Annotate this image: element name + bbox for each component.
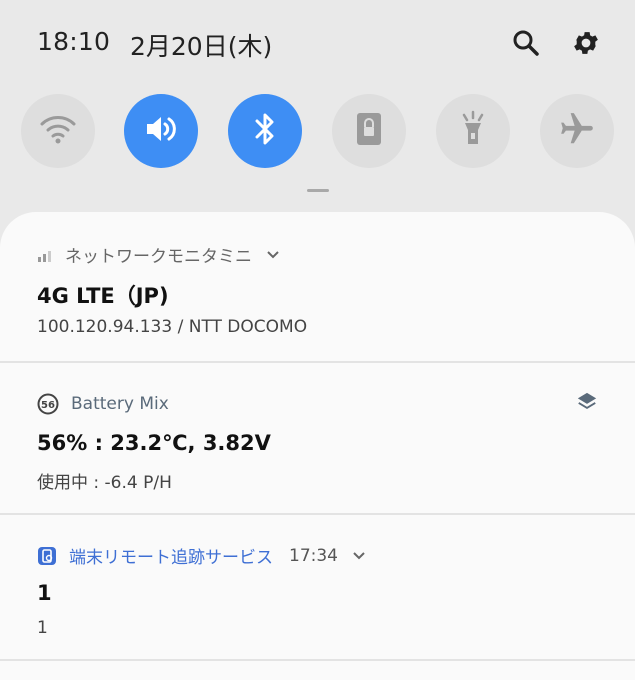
status-bar: 18:10 2月20日(木): [0, 0, 635, 90]
notification-time: 17:34: [289, 545, 338, 566]
notification-title: 1: [37, 581, 52, 605]
app-name: ネットワークモニタミニ: [65, 247, 252, 267]
flashlight-toggle[interactable]: [436, 94, 510, 168]
chevron-down-icon[interactable]: [266, 250, 280, 260]
notification-body: 1: [37, 618, 48, 638]
app-name: Battery Mix: [71, 394, 169, 414]
notification-body: 100.120.94.133 / NTT DOCOMO: [37, 317, 308, 337]
search-icon[interactable]: [509, 26, 543, 60]
divider: [0, 659, 635, 661]
date-label: 2月20日(木): [130, 32, 273, 61]
panel-drag-handle[interactable]: [307, 189, 329, 192]
gear-icon[interactable]: [569, 26, 603, 60]
bluetooth-toggle[interactable]: [228, 94, 302, 168]
lock-toggle[interactable]: [332, 94, 406, 168]
battery-badge-icon: 56: [37, 393, 59, 415]
notification-app-row: ネットワークモニタミニ: [37, 242, 280, 267]
notification-title: 4G LTE（JP): [37, 284, 169, 308]
wifi-toggle[interactable]: [21, 94, 95, 168]
airplane-toggle[interactable]: [540, 94, 614, 168]
airplane-icon: [558, 110, 596, 152]
layers-icon[interactable]: [576, 391, 598, 417]
clock-time: 18:10: [37, 27, 111, 56]
wifi-icon: [38, 112, 78, 150]
device-tracking-icon: [37, 546, 57, 566]
sound-toggle[interactable]: [124, 94, 198, 168]
notification-battery-mix[interactable]: 56 Battery Mix 56% : 23.2℃, 3.82V 使用中 : …: [0, 363, 635, 513]
notification-app-row: 56 Battery Mix: [37, 393, 169, 415]
flashlight-icon: [458, 110, 488, 152]
chevron-down-icon[interactable]: [352, 551, 366, 561]
notification-remote-tracking[interactable]: 端末リモート追跡サービス 17:34 1 1: [0, 515, 635, 665]
notification-body: 使用中 : -6.4 P/H: [37, 473, 172, 493]
bluetooth-icon: [250, 110, 280, 152]
notification-title: 56% : 23.2℃, 3.82V: [37, 431, 271, 455]
notification-network-monitor[interactable]: ネットワークモニタミニ 4G LTE（JP) 100.120.94.133 / …: [0, 212, 635, 362]
lock-icon: [354, 110, 384, 152]
battery-badge-text: 56: [41, 400, 55, 411]
notification-app-row: 端末リモート追跡サービス 17:34: [37, 543, 366, 568]
app-name: 端末リモート追跡サービス: [69, 548, 273, 568]
volume-icon: [141, 112, 181, 150]
signal-bars-icon: [37, 248, 53, 262]
notification-panel: ネットワークモニタミニ 4G LTE（JP) 100.120.94.133 / …: [0, 212, 635, 680]
